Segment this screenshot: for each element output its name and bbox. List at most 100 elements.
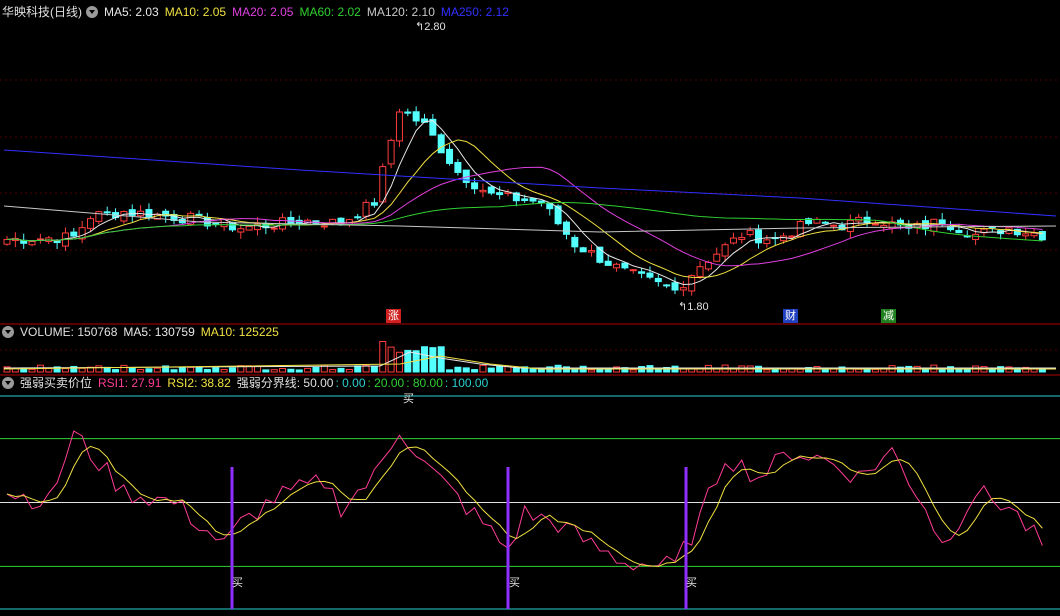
volume-bar (938, 369, 946, 373)
candle-body (721, 244, 729, 257)
candle-body (604, 260, 612, 266)
candle-body (270, 227, 278, 230)
candle-body (446, 148, 454, 164)
volume-bar (370, 365, 378, 373)
volume-bar (170, 369, 178, 373)
volume-bar (228, 367, 236, 373)
candle-body (454, 161, 462, 173)
candle-body (780, 235, 788, 242)
candle-body (579, 247, 587, 253)
candle-body (496, 192, 504, 196)
candle-body (212, 222, 220, 225)
candle-body (654, 277, 662, 283)
candle-body (621, 262, 629, 269)
candle-body (487, 186, 495, 194)
buy-signal-3: 买 (686, 577, 697, 589)
volume-bar (821, 368, 829, 373)
candle-body (713, 253, 721, 262)
volume-bar (195, 366, 203, 373)
candle-body (245, 225, 253, 231)
candle-body (738, 236, 746, 240)
price-low-label: ↰1.80 (678, 301, 709, 313)
volume-bar (28, 368, 36, 373)
candle-body (537, 200, 545, 204)
candle-body (28, 241, 36, 246)
volume-bar (295, 369, 303, 373)
candle-body (320, 225, 328, 228)
volume-bar (654, 369, 662, 373)
candle-body (521, 198, 529, 202)
ma60-line (6, 201, 1043, 242)
volume-bar (1038, 368, 1046, 373)
event-marker-jian[interactable]: 减 (881, 309, 896, 323)
price-high-label: ↰2.80 (415, 21, 446, 33)
candle-body (145, 209, 153, 219)
volume-bar (871, 368, 879, 373)
candle-body (287, 216, 295, 224)
candle-body (379, 166, 387, 203)
candle-body (679, 287, 687, 291)
candle-body (103, 211, 111, 214)
candle-body (354, 216, 362, 219)
candle-body (671, 282, 679, 291)
candle-body (70, 231, 78, 237)
volume-bar (187, 366, 195, 373)
volume-bar (112, 369, 120, 373)
candle-body (412, 111, 420, 122)
candle-body (1022, 233, 1030, 237)
candle-body (3, 239, 11, 245)
volume-bar (988, 368, 996, 373)
candle-body (195, 213, 203, 216)
candle-body (821, 221, 829, 224)
candle-body (437, 134, 445, 154)
volume-bar (454, 366, 462, 373)
candle-body (370, 202, 378, 206)
event-marker-cai[interactable]: 财 (783, 309, 798, 323)
volume-bar (61, 368, 69, 373)
candle-body (588, 250, 595, 253)
volume-bar (262, 369, 270, 373)
volume-bar (479, 364, 487, 373)
candle-body (755, 229, 762, 244)
candle-body (629, 269, 637, 272)
volume-bar (604, 369, 612, 373)
ma250-line (3, 149, 1057, 217)
candle-body (529, 198, 537, 202)
volume-bar (212, 367, 220, 373)
candle-body (638, 271, 646, 274)
candle-body (663, 284, 671, 287)
candle-body (471, 182, 479, 190)
volume-bar (95, 365, 103, 373)
volume-bar (153, 367, 161, 373)
event-marker-zhang[interactable]: 涨 (386, 309, 401, 323)
volume-bar (337, 367, 345, 373)
volume-bar (287, 368, 295, 373)
candle-body (395, 111, 403, 142)
candle-body (87, 218, 94, 229)
candle-body (871, 223, 879, 226)
candle-body (1030, 232, 1038, 237)
volume-bar (437, 346, 445, 373)
volume-bar (446, 369, 454, 373)
volume-bar (922, 369, 929, 373)
ma20-line (6, 166, 1043, 267)
volume-bar (771, 368, 779, 373)
volume-bar (137, 369, 145, 373)
chart-canvas[interactable] (0, 0, 1060, 616)
volume-bar (220, 369, 228, 373)
volume-bar (345, 368, 353, 373)
volume-bar (329, 369, 337, 373)
candle-body (830, 224, 838, 227)
candle-body (128, 209, 136, 216)
volume-bar (471, 369, 479, 373)
volume-bar (963, 368, 971, 373)
candle-body (613, 263, 621, 269)
volume-bar (379, 340, 387, 373)
candle-body (955, 229, 963, 234)
candle-body (746, 230, 754, 236)
candle-body (788, 235, 796, 238)
volume-bar (270, 369, 278, 373)
volume-bar (763, 369, 771, 373)
volume-ma5-line (3, 351, 1056, 369)
candle-body (404, 111, 412, 114)
